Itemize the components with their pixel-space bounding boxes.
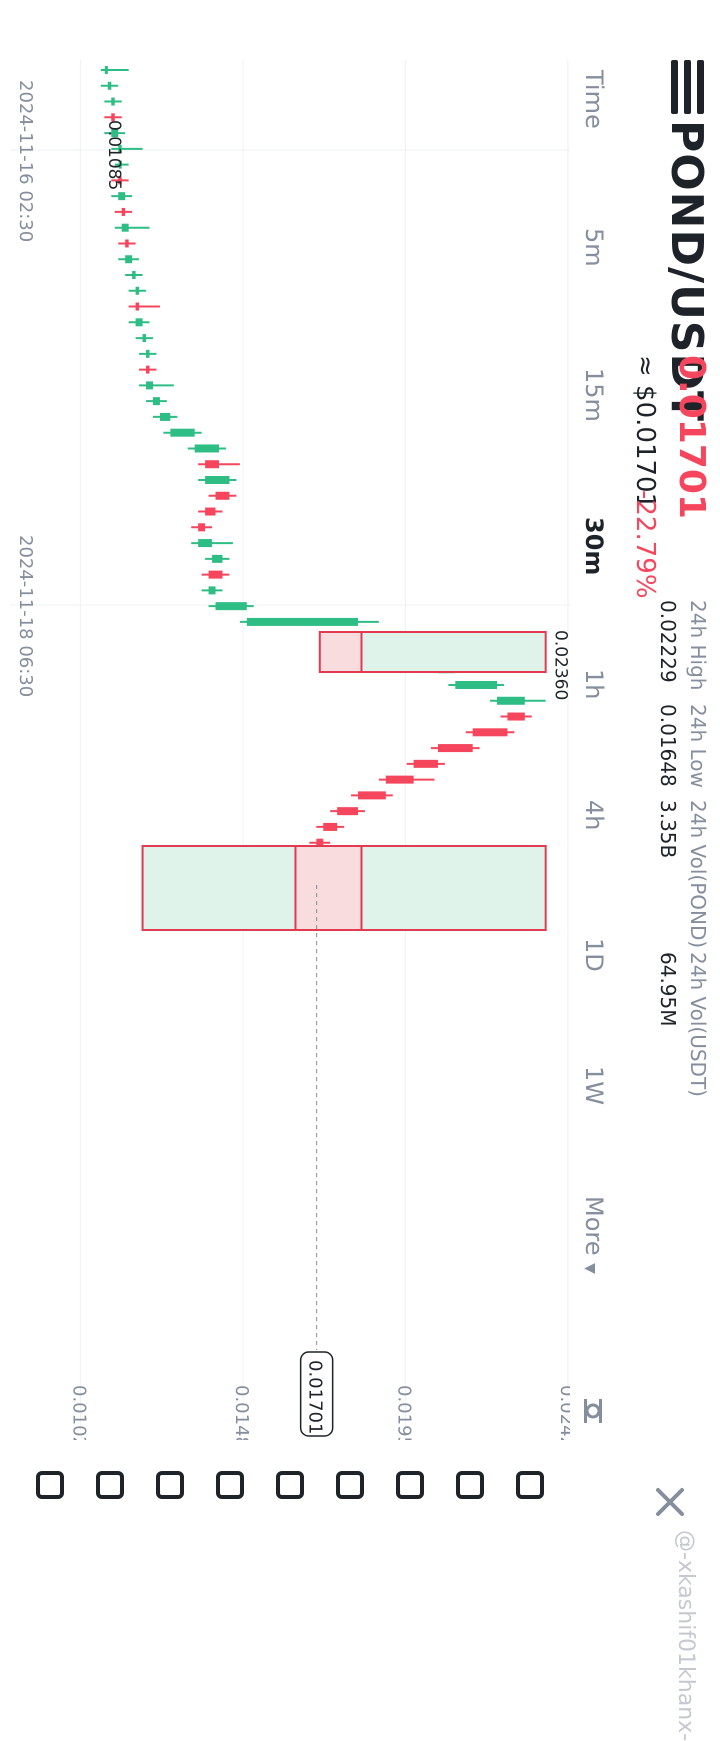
close-icon[interactable] (650, 1482, 690, 1522)
candle-body (205, 507, 216, 516)
menu-icon[interactable] (656, 60, 710, 114)
stat-24h-low: 24h Low 0.01648 (656, 704, 710, 788)
candle-body (358, 791, 386, 800)
price-change: -22.79% (630, 490, 660, 599)
candle-body (413, 759, 438, 768)
chart-settings-icon[interactable] (578, 1396, 608, 1426)
y-tick-label: 0.01489 (231, 1385, 252, 1440)
drawing-toolbar (0, 1435, 570, 1600)
stat-value: 64.95M (656, 952, 680, 1027)
tab-5m[interactable]: 5m (580, 228, 608, 267)
candle-body (198, 539, 213, 548)
stat-value: 3.35B (656, 800, 680, 859)
candlestick-svg[interactable]: 0.01021 0.01489 0.01956 0.02424 2024-11-16 0… (10, 0, 570, 1440)
stat-label: 24h Vol(POND) (686, 800, 710, 949)
candle-body (246, 617, 359, 626)
more-label: More (580, 1196, 608, 1256)
candle-body (323, 822, 338, 831)
range-box (360, 631, 547, 673)
line-tool-icon[interactable] (510, 1465, 550, 1505)
tab-1w[interactable]: 1W (580, 1066, 608, 1105)
range-box-red (318, 631, 363, 673)
fib-tool-icon[interactable] (450, 1465, 490, 1505)
candle-body (132, 271, 136, 279)
tab-1h[interactable]: 1h (580, 669, 608, 699)
y-tick-label: 0.02424 (556, 1385, 570, 1440)
candle-body (135, 302, 140, 311)
x-tick-label: 2024-11-16 02:30 (15, 80, 36, 242)
stat-label: 24h Low (686, 704, 710, 788)
candle-body (159, 412, 171, 421)
price-chart[interactable]: 0.01021 0.01489 0.01956 0.02424 2024-11-16 0… (10, 0, 570, 1600)
candle-body (455, 681, 498, 689)
candle-body (104, 66, 108, 74)
candle-body (472, 728, 508, 737)
tab-30m[interactable]: 30m (580, 517, 608, 575)
candle-body (111, 97, 115, 106)
candle-body (215, 602, 247, 611)
candle-body (205, 476, 230, 484)
x-tick-label: 2024-11-18 06:30 (15, 535, 36, 697)
candle-body (146, 349, 150, 358)
candle-body (212, 554, 223, 563)
candle-body (507, 712, 525, 721)
y-tick-label: 0.01021 (68, 1385, 89, 1440)
stat-label: 24h Vol(USDT) (686, 952, 710, 1097)
candle-body (437, 744, 473, 753)
range-box-red (294, 845, 363, 931)
stat-value: 0.01648 (656, 704, 680, 787)
candle-body (121, 207, 126, 216)
tab-1d[interactable]: 1D (580, 938, 608, 972)
candle-body (146, 381, 153, 390)
price-usd: ≈ $0.01701 (630, 355, 660, 510)
trash-icon[interactable] (30, 1465, 70, 1505)
current-price-label: 0.01701 (305, 1360, 326, 1434)
stat-24h-high: 24h High 0.02229 (656, 600, 710, 690)
candle-body (135, 318, 143, 327)
candle-body (194, 444, 220, 453)
candle-body (152, 397, 160, 406)
candle-body (198, 523, 206, 532)
more-dropdown[interactable]: More ▼ (580, 1196, 608, 1274)
low-marker-label: 0.01085 (104, 120, 124, 190)
chevron-down-icon: ▼ (582, 1263, 598, 1274)
tab-time[interactable]: Time (580, 70, 608, 129)
candle-body (208, 586, 216, 595)
candle-body (385, 775, 414, 784)
brush-icon[interactable] (210, 1465, 250, 1505)
candle-body (107, 81, 112, 90)
stat-24h-vol-usdt: 24h Vol(USDT) 64.95M (656, 952, 710, 1097)
candle-body (121, 223, 129, 232)
indicator-tool-icon[interactable] (330, 1465, 370, 1505)
candle-body (135, 286, 140, 295)
candle-body (208, 570, 223, 579)
stat-label: 24h High (686, 600, 710, 691)
candle-body (215, 491, 230, 500)
tab-15m[interactable]: 15m (580, 368, 608, 422)
tab-4h[interactable]: 4h (580, 800, 608, 830)
eye-icon[interactable] (150, 1465, 190, 1505)
candle-body (170, 428, 195, 437)
watermark-text: @-xkashif01khanx- (673, 1530, 698, 1741)
candle-body (146, 365, 150, 374)
candle-body (118, 192, 126, 201)
candle-body (337, 807, 359, 816)
stat-value: 0.02229 (656, 600, 680, 683)
candle-body (205, 460, 220, 469)
chart-screen: POND/USDT 0.01701 ≈ $0.01701 -22.79% 24h… (0, 0, 720, 1741)
candle-body (125, 239, 129, 248)
stat-24h-vol-pond: 24h Vol(POND) 3.35B (656, 800, 710, 948)
eraser-icon[interactable] (90, 1465, 130, 1505)
candle-body (125, 255, 133, 264)
candle-body (497, 696, 525, 705)
candle-body (142, 334, 147, 343)
rectangle-tool-icon[interactable] (390, 1465, 430, 1505)
last-price: 0.01701 (671, 355, 712, 519)
high-marker-label: 0.02360 (551, 630, 570, 700)
magnet-icon[interactable] (270, 1465, 310, 1505)
y-tick-label: 0.01956 (393, 1385, 414, 1440)
